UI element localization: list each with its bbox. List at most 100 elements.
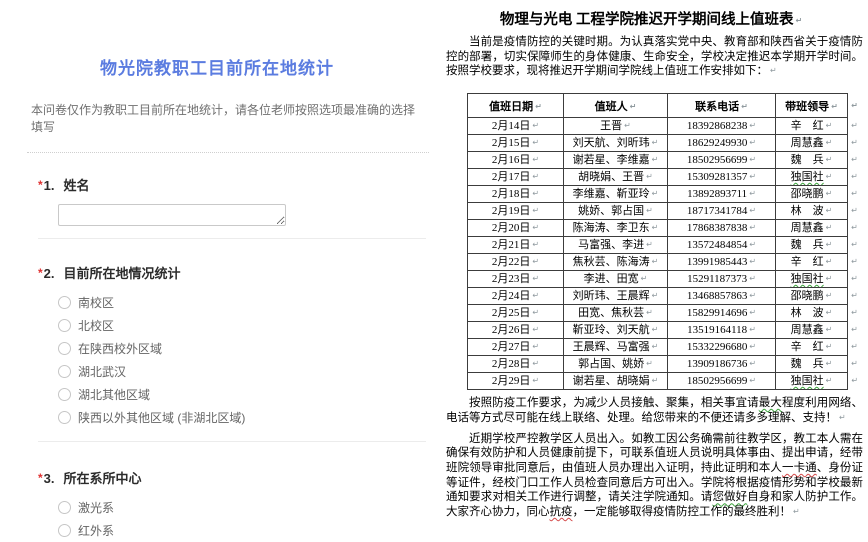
radio-option[interactable]: 湖北武汉 — [58, 360, 434, 383]
radio-option[interactable]: 北校区 — [58, 314, 434, 337]
duty-phone-cell-text: 13991985443 — [687, 256, 748, 268]
pilcrow-mark: ↵ — [646, 206, 653, 215]
pilcrow-mark: ↵ — [532, 155, 539, 164]
duty-person-cell-text: 陈海涛、李卫东 — [573, 222, 650, 234]
row-end-mark: ↵ — [848, 203, 860, 220]
duty-date-cell-text: 2月24日 — [492, 290, 531, 302]
table-row: 2月19日↵姚娇、郭占国↵18717341784↵林 波↵↵ — [468, 203, 860, 220]
duty-leader-cell-text: 辛 红 — [791, 341, 824, 353]
radio-option-label: 红外系 — [78, 522, 114, 539]
pilcrow-mark: ↵ — [795, 16, 802, 25]
question-title: * 2. 目前所在地情况统计 — [38, 263, 434, 282]
table-row: 2月28日↵郭占国、姚娇↵13909186736↵魏 兵↵↵ — [468, 356, 860, 373]
pilcrow-mark: ↵ — [749, 308, 756, 317]
pilcrow-mark: ↵ — [624, 121, 631, 130]
pilcrow-mark: ↵ — [851, 376, 858, 385]
duty-phone-cell-text: 18392868238 — [687, 120, 748, 132]
closing-paragraph: 按照防疫工作要求，为减少人员接触、聚集，相关事宜请最大程度利用网络、电话等方式尽… — [446, 396, 863, 425]
duty-date-cell: 2月22日↵ — [468, 254, 564, 271]
pilcrow-mark: ↵ — [826, 240, 833, 249]
duty-person-cell-text: 李维嘉、靳亚玲 — [573, 188, 650, 200]
duty-leader-cell: 辛 红↵ — [776, 118, 848, 135]
survey-title: 物光院教职工目前所在地统计 — [8, 54, 426, 79]
pilcrow-mark: ↵ — [749, 223, 756, 232]
row-end-mark: ↵ — [848, 94, 860, 118]
survey-panel: 物光院教职工目前所在地统计 本问卷仅作为教职工目前所在地统计，请各位老师按照选项… — [0, 0, 434, 522]
duty-person-cell: 郭占国、姚娇↵ — [564, 356, 668, 373]
pilcrow-mark: ↵ — [532, 223, 539, 232]
duty-date-cell: 2月19日↵ — [468, 203, 564, 220]
duty-date-cell-text: 2月18日 — [492, 188, 531, 200]
paragraph-text: 抗疫 — [550, 506, 573, 518]
pilcrow-mark: ↵ — [826, 274, 833, 283]
pilcrow-mark: ↵ — [851, 138, 858, 147]
pilcrow-mark: ↵ — [826, 376, 833, 385]
radio-icon[interactable] — [58, 365, 71, 378]
duty-date-cell: 2月17日↵ — [468, 169, 564, 186]
name-input[interactable] — [58, 204, 286, 226]
radio-icon[interactable] — [58, 524, 71, 537]
radio-option[interactable]: 在陕西校外区域 — [58, 337, 434, 360]
pilcrow-mark: ↵ — [851, 155, 858, 164]
duty-leader-cell: 独国社↵ — [776, 271, 848, 288]
pilcrow-mark: ↵ — [646, 359, 653, 368]
question-title: * 1. 姓名 — [38, 175, 434, 194]
duty-phone-cell-text: 15829914696 — [687, 307, 748, 319]
duty-person-cell-text: 焦秋芸、陈海涛 — [573, 256, 650, 268]
duty-phone-cell: 15332296680↵ — [668, 339, 776, 356]
row-end-mark: ↵ — [848, 118, 860, 135]
duty-leader-cell-text: 魏 兵 — [791, 239, 824, 251]
question-label: 目前所在地情况统计 — [64, 263, 181, 282]
pilcrow-mark: ↵ — [532, 138, 539, 147]
radio-option-label: 北校区 — [78, 317, 114, 334]
radio-icon[interactable] — [58, 319, 71, 332]
pilcrow-mark: ↵ — [826, 155, 833, 164]
pilcrow-mark: ↵ — [652, 325, 659, 334]
pilcrow-mark: ↵ — [749, 274, 756, 283]
question-number: 1. — [44, 178, 55, 193]
duty-date-cell-text: 2月26日 — [492, 324, 531, 336]
radio-option[interactable]: 陕西以外其他区域 (非湖北区域) — [58, 406, 434, 429]
paragraph-text: 一卡通 — [782, 462, 817, 474]
pilcrow-mark: ↵ — [749, 359, 756, 368]
pilcrow-mark: ↵ — [532, 257, 539, 266]
radio-icon[interactable] — [58, 342, 71, 355]
question-title: * 3. 所在系所中心 — [38, 468, 434, 487]
duty-phone-cell: 18629249930↵ — [668, 135, 776, 152]
duty-date-cell: 2月24日↵ — [468, 288, 564, 305]
duty-person-cell-text: 王晨辉、马富强 — [573, 341, 650, 353]
radio-option[interactable]: 南校区 — [58, 291, 434, 314]
radio-icon[interactable] — [58, 501, 71, 514]
duty-phone-cell-text: 18502956699 — [687, 154, 748, 166]
radio-icon[interactable] — [58, 411, 71, 424]
radio-icon[interactable] — [58, 296, 71, 309]
duty-date-cell: 2月27日↵ — [468, 339, 564, 356]
duty-person-cell: 谢若星、李维嘉↵ — [564, 152, 668, 169]
duty-person-cell-text: 谢若星、李维嘉 — [573, 154, 650, 166]
duty-person-cell: 王晨辉、马富强↵ — [564, 339, 668, 356]
duty-person-cell-text: 刘天航、刘昕玮 — [573, 137, 650, 149]
radio-option[interactable]: 湖北其他区域 — [58, 383, 434, 406]
survey-description: 本问卷仅作为教职工目前所在地统计，请各位老师按照选项最准确的选择填写 — [31, 101, 424, 135]
required-asterisk: * — [38, 266, 43, 280]
duty-person-cell: 马富强、李进↵ — [564, 237, 668, 254]
table-row: 2月26日↵靳亚玲、刘天航↵13519164118↵周慧鑫↵↵ — [468, 322, 860, 339]
pilcrow-mark: ↵ — [826, 172, 833, 181]
pilcrow-mark: ↵ — [532, 172, 539, 181]
question-label: 所在系所中心 — [64, 468, 142, 487]
duty-phone-cell-text: 15332296680 — [687, 341, 748, 353]
duty-phone-cell: 13892893711↵ — [668, 186, 776, 203]
duty-leader-cell-text: 辛 红 — [791, 256, 824, 268]
radio-icon[interactable] — [58, 388, 71, 401]
duty-date-cell-text: 2月25日 — [492, 307, 531, 319]
duty-person-cell-text: 姚娇、郭占国 — [578, 205, 644, 217]
table-row: 2月21日↵马富强、李进↵13572484854↵魏 兵↵↵ — [468, 237, 860, 254]
duty-date-cell: 2月23日↵ — [468, 271, 564, 288]
radio-option[interactable]: 激光系 — [58, 496, 434, 519]
question-department: * 3. 所在系所中心 激光系红外系 — [38, 468, 434, 542]
duty-leader-cell: 辛 红↵ — [776, 254, 848, 271]
radio-option[interactable]: 红外系 — [58, 519, 434, 542]
duty-phone-cell-text: 18629249930 — [687, 137, 748, 149]
row-end-mark: ↵ — [848, 254, 860, 271]
duty-date-cell-text: 2月15日 — [492, 137, 531, 149]
